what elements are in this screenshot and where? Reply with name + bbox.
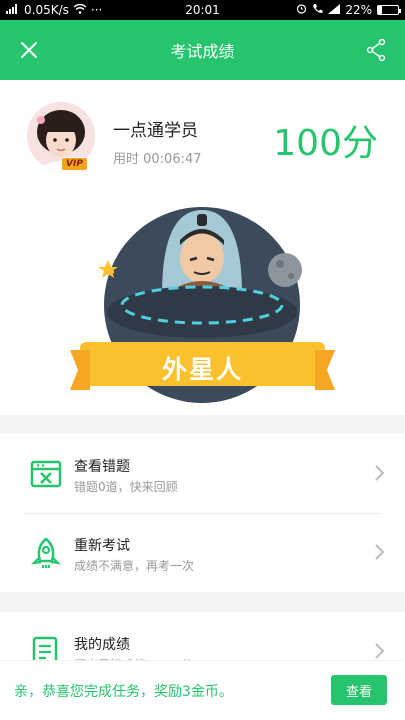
wrong-questions-subtitle: 错题0道，快来回顾 [74, 480, 178, 494]
retake-exam-row[interactable]: 重新考试 成绩不满意，再考一次 [0, 513, 405, 592]
my-scores-title: 我的成绩 [74, 637, 130, 653]
reward-toast: 亲，恭喜您完成任务，奖励3金币。 查看 [0, 660, 405, 720]
vip-badge: VIP [61, 157, 88, 171]
call-icon [312, 3, 323, 17]
signal-icon [6, 3, 20, 17]
page-title: 考试成绩 [170, 42, 235, 61]
wrong-questions-title: 查看错题 [74, 459, 130, 475]
reward-message: 亲，恭喜您完成任务，奖励3金币。 [14, 683, 233, 700]
action-card: 查看错题 错题0道，快来回顾 重新考试 成绩不满意，再考一次 [0, 434, 405, 592]
more-indicator: ··· [90, 3, 103, 17]
rocket-icon [30, 536, 62, 568]
username: 一点通学员 [113, 121, 198, 141]
result-panel: VIP 一点通学员 用时 00:06:47 100分 外星人 [0, 80, 405, 415]
score: 100分 [273, 123, 378, 164]
time-used: 用时 00:06:47 [113, 152, 202, 167]
wrong-questions-icon [30, 460, 62, 487]
chevron-right-icon [375, 643, 385, 659]
retake-subtitle: 成绩不满意，再考一次 [74, 559, 195, 573]
battery-icon [377, 5, 401, 15]
view-wrong-questions-row[interactable]: 查看错题 错题0道，快来回顾 [0, 434, 405, 513]
rank-title: 外星人 [161, 355, 243, 384]
chevron-right-icon [375, 544, 385, 560]
share-button[interactable] [361, 35, 391, 65]
share-icon [366, 39, 386, 61]
alarm-icon [296, 3, 307, 17]
close-button[interactable] [14, 35, 44, 65]
close-icon [21, 42, 37, 58]
battery-percent: 22% [345, 3, 372, 17]
retake-title: 重新考试 [74, 538, 130, 554]
battery-level [378, 6, 383, 14]
app-header: 考试成绩 [0, 20, 405, 80]
status-right: 22% [296, 3, 401, 17]
view-button[interactable]: 查看 [331, 675, 387, 705]
wifi-icon [73, 3, 87, 17]
cellular-icon [328, 3, 341, 17]
chevron-right-icon [375, 465, 385, 481]
status-left: 0.05K/s ··· [6, 3, 296, 17]
network-speed: 0.05K/s [24, 3, 69, 17]
status-bar: 0.05K/s ··· 20:01 22% [0, 0, 405, 20]
